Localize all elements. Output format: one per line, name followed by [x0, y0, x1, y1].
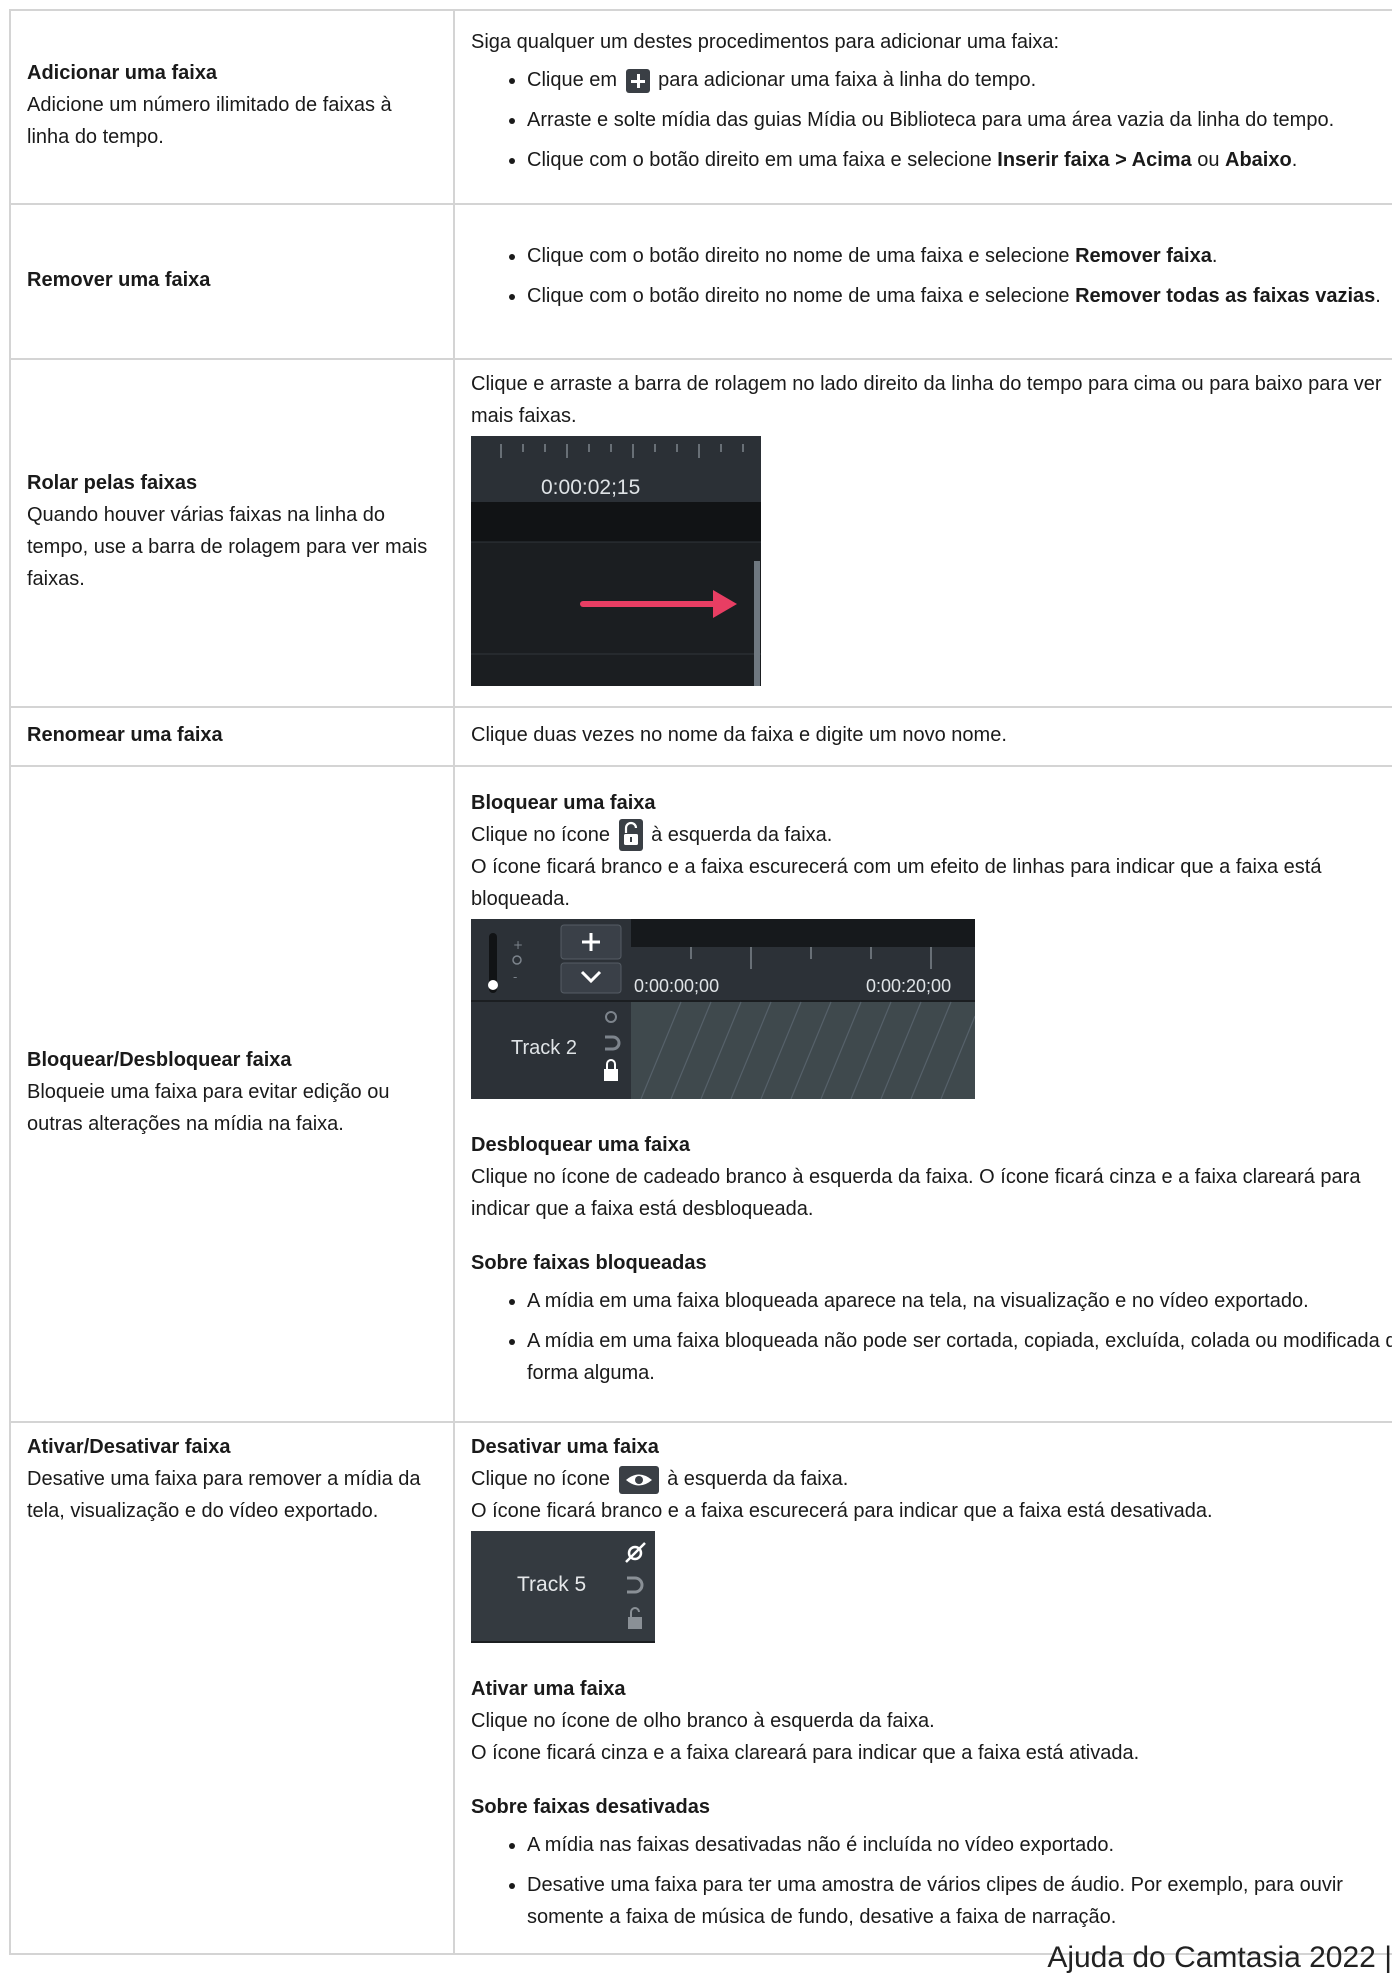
row-description: Bloqueie uma faixa para evitar edição ou… [27, 1081, 390, 1135]
text: Clique com o botão direito no nome de um… [527, 244, 1076, 267]
row-content-cell: Desativar uma faixa Clique no ícone à es… [453, 1421, 1392, 1955]
instruction-text: Clique duas vezes no nome da faixa e dig… [471, 723, 1007, 746]
row-label-cell: Rolar pelas faixas Quando houver várias … [9, 358, 455, 708]
text: . [1291, 149, 1298, 171]
list-item: Desative uma faixa para ter uma amostra … [527, 1869, 1392, 1933]
table-row: Adicionar uma faixa Adicione um número i… [9, 9, 1392, 205]
bullet-list: A mídia em uma faixa bloqueada aparece n… [471, 1285, 1392, 1389]
bullet-list: Clique em para adicionar uma faixa à lin… [471, 64, 1392, 176]
timestamp-label: 0:00:02;15 [541, 476, 640, 499]
list-item: Clique com o botão direito no nome de um… [527, 240, 1392, 272]
row-description: Desative uma faixa para remover a mídia … [27, 1468, 421, 1522]
row-description: Quando houver várias faixas na linha do … [27, 504, 428, 590]
row-label-cell: Bloquear/Desbloquear faixa Bloqueie uma … [9, 765, 455, 1423]
eye-icon [618, 1465, 659, 1494]
timecode-end: 0:00:20;00 [866, 976, 951, 996]
list-item: Clique com o botão direito em uma faixa … [527, 144, 1392, 176]
section-heading: Desativar uma faixa [471, 1436, 659, 1458]
instruction-text: Clique no ícone de cadeado branco à esqu… [471, 1166, 1361, 1221]
row-label-cell: Adicionar uma faixa Adicione um número i… [9, 9, 455, 205]
scrollbar[interactable] [754, 561, 760, 686]
table-row: Bloquear/Desbloquear faixa Bloqueie uma … [9, 765, 1392, 1423]
text: Clique com o botão direito no nome de um… [527, 284, 1076, 307]
row-content-cell: Clique duas vezes no nome da faixa e dig… [453, 706, 1392, 767]
tracks-table: Adicionar uma faixa Adicione um número i… [9, 9, 1392, 1955]
row-title: Remover uma faixa [27, 268, 211, 291]
table-row: Renomear uma faixa Clique duas vezes no … [9, 706, 1392, 767]
instruction-text: O ícone ficará branco e a faixa escurece… [471, 856, 1322, 911]
row-title: Bloquear/Desbloquear faixa [27, 1049, 292, 1071]
row-content-cell: Clique e arraste a barra de rolagem no l… [453, 358, 1392, 708]
table-row: Ativar/Desativar faixa Desative uma faix… [9, 1421, 1392, 1955]
row-description: Adicione um número ilimitado de faixas à… [27, 94, 392, 148]
section-heading: Bloquear uma faixa [471, 791, 656, 814]
bold-text: Acima [1131, 149, 1192, 171]
row-title: Ativar/Desativar faixa [27, 1436, 231, 1458]
row-label-cell: Remover uma faixa [9, 203, 455, 360]
track-name: Track 2 [511, 1037, 577, 1059]
page-footer: Ajuda do Camtasia 2022 | [1047, 1941, 1392, 1974]
list-item: Clique em para adicionar uma faixa à lin… [527, 64, 1392, 96]
text: ou [1191, 149, 1226, 171]
text: à esquerda da faixa. [667, 1468, 849, 1490]
lock-open-icon [628, 1617, 642, 1629]
list-item: A mídia em uma faixa bloqueada não pode … [527, 1325, 1392, 1389]
text: . [1375, 284, 1381, 307]
timecode-start: 0:00:00;00 [634, 976, 719, 996]
text: para adicionar uma faixa à linha do temp… [658, 69, 1037, 91]
table-row: Remover uma faixa Clique com o botão dir… [9, 203, 1392, 360]
svg-text:+: + [513, 938, 523, 952]
section-heading: Desbloquear uma faixa [471, 1134, 690, 1157]
row-title: Adicionar uma faixa [27, 62, 218, 84]
instruction-text: Clique e arraste a barra de rolagem no l… [471, 373, 1382, 427]
row-label-cell: Ativar/Desativar faixa Desative uma faix… [9, 1421, 455, 1955]
text: Clique com o botão direito em uma faixa … [527, 149, 998, 171]
intro-text: Siga qualquer um destes procedimentos pa… [471, 31, 1060, 53]
list-item: A mídia em uma faixa bloqueada aparece n… [527, 1285, 1392, 1317]
bullet-list: A mídia nas faixas desativadas não é inc… [471, 1829, 1392, 1933]
table-row: Rolar pelas faixas Quando houver várias … [9, 358, 1392, 708]
svg-text:-: - [513, 970, 517, 984]
collapse-button[interactable] [560, 962, 622, 994]
instruction-text: O ícone ficará cinza e a faixa clareará … [471, 1742, 1140, 1764]
text: . [1211, 244, 1218, 267]
text: Clique em [527, 69, 618, 91]
timeline-scrollbar-screenshot: 0:00:02;15 [471, 436, 761, 686]
list-item: Clique com o botão direito no nome de um… [527, 280, 1392, 312]
instruction-text: O ícone ficará branco e a faixa escurece… [471, 1500, 1213, 1522]
bold-text: > [1109, 149, 1132, 171]
locked-track-screenshot: + - 0:00:00;00 0:00:20;00 Track 2 [471, 919, 975, 1100]
lock-icon [604, 1069, 618, 1082]
instruction-text: Clique no ícone de olho branco à esquerd… [471, 1710, 935, 1732]
instruction-text: Clique no ícone à esquerda da faixa. [471, 1463, 1392, 1495]
lock-open-icon [618, 819, 643, 852]
row-content-cell: Bloquear uma faixa Clique no ícone à esq… [453, 765, 1392, 1423]
disabled-track-screenshot: Track 5 [471, 1531, 655, 1643]
text: Clique no ícone [471, 823, 610, 846]
bold-text: Inserir faixa [997, 149, 1110, 171]
text: Clique no ícone [471, 1468, 610, 1490]
instruction-text: Clique no ícone à esquerda da faixa. [471, 819, 1392, 852]
section-heading: Sobre faixas desativadas [471, 1796, 711, 1818]
section-heading: Ativar uma faixa [471, 1678, 626, 1700]
row-title: Renomear uma faixa [27, 723, 223, 746]
bullet-list: Clique com o botão direito no nome de um… [471, 240, 1392, 312]
list-item: A mídia nas faixas desativadas não é inc… [527, 1829, 1392, 1861]
text: à esquerda da faixa. [651, 823, 833, 846]
row-title: Rolar pelas faixas [27, 472, 198, 494]
list-item: Arraste e solte mídia das guias Mídia ou… [527, 104, 1392, 136]
bold-text: Abaixo [1225, 149, 1292, 171]
row-content-cell: Siga qualquer um destes procedimentos pa… [453, 9, 1392, 205]
row-label-cell: Renomear uma faixa [9, 706, 455, 767]
plus-icon [625, 68, 650, 93]
section-heading: Sobre faixas bloqueadas [471, 1252, 707, 1275]
track-name: Track 5 [517, 1573, 586, 1596]
bold-text: Remover todas as faixas vazias [1075, 284, 1376, 307]
row-content-cell: Clique com o botão direito no nome de um… [453, 203, 1392, 360]
bold-text: Remover faixa [1075, 244, 1212, 267]
